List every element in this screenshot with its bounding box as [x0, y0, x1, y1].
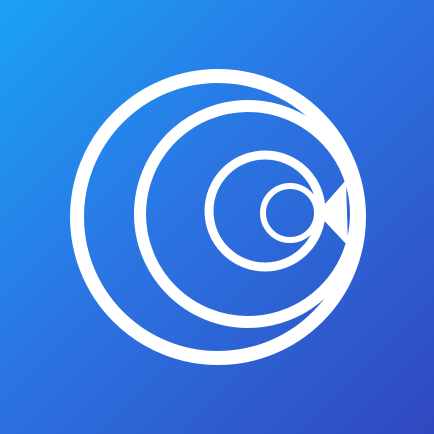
inner-ring — [260, 183, 320, 243]
concentric-rings-logo-icon — [70, 69, 366, 365]
app-icon — [0, 0, 434, 434]
